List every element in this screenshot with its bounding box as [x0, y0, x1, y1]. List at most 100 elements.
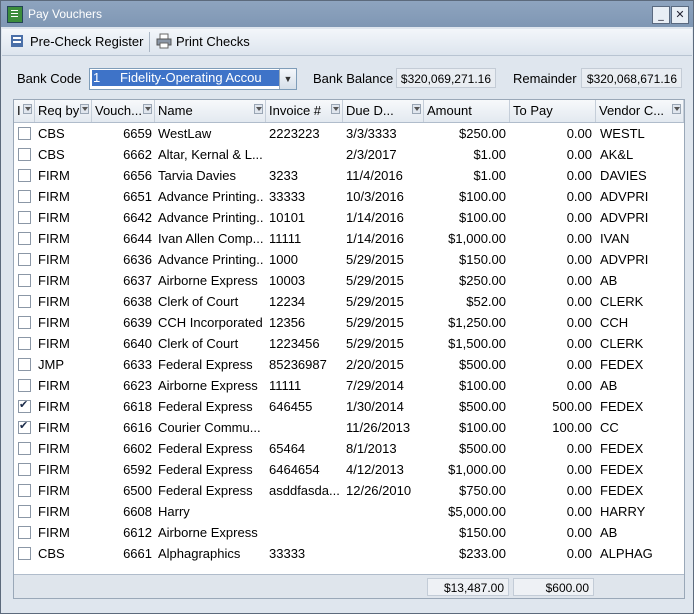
- filter-icon[interactable]: [331, 104, 340, 114]
- cell-due: 3/3/3333: [346, 126, 397, 141]
- table-row[interactable]: FIRM 6618 Federal Express 646455 1/30/2014 $5…: [14, 396, 684, 417]
- row-checkbox[interactable]: [18, 379, 31, 392]
- table-row[interactable]: FIRM 6602 Federal Express 65464 8/1/2013 $500…: [14, 438, 684, 459]
- cell-name: Altar, Kernal & L...: [158, 147, 263, 162]
- cell-req-by: FIRM: [38, 168, 70, 183]
- cell-name: Federal Express: [158, 462, 253, 477]
- cell-due: 5/29/2015: [346, 294, 404, 309]
- minimize-button[interactable]: _: [652, 6, 670, 24]
- table-row[interactable]: FIRM 6500 Federal Express asddfasda... 12/26…: [14, 480, 684, 501]
- filter-icon[interactable]: [412, 104, 421, 114]
- table-row[interactable]: FIRM 6638 Clerk of Court 12234 5/29/2015 $52.…: [14, 291, 684, 312]
- cell-due: 1/30/2014: [346, 399, 404, 414]
- cell-vendor: ADVPRI: [600, 252, 649, 267]
- row-checkbox[interactable]: [18, 127, 31, 140]
- cell-vendor: AK&L: [600, 147, 634, 162]
- table-row[interactable]: FIRM 6651 Advance Printing... 33333 10/3/201…: [14, 186, 684, 207]
- row-checkbox[interactable]: [18, 169, 31, 182]
- table-row[interactable]: CBS 6662 Altar, Kernal & L... 2/3/2017 $1.00…: [14, 144, 684, 165]
- row-checkbox[interactable]: [18, 148, 31, 161]
- cell-due: 2/20/2015: [346, 357, 404, 372]
- cell-vendor: AB: [600, 273, 618, 288]
- title-bar: Pay Vouchers _ ✕: [1, 1, 693, 27]
- filter-icon[interactable]: [672, 104, 681, 114]
- row-checkbox[interactable]: [18, 190, 31, 203]
- table-row[interactable]: FIRM 6639 CCH Incorporated 12356 5/29/2015 $1…: [14, 312, 684, 333]
- close-button[interactable]: ✕: [671, 6, 689, 24]
- row-checkbox[interactable]: [18, 316, 31, 329]
- row-checkbox[interactable]: [18, 295, 31, 308]
- cell-name: Federal Express: [158, 483, 253, 498]
- pre-check-register-label: Pre-Check Register: [30, 34, 144, 49]
- table-row[interactable]: JMP 6633 Federal Express 85236987 2/20/2015 $…: [14, 354, 684, 375]
- row-checkbox[interactable]: [18, 442, 31, 455]
- cell-amount: $500.00: [459, 357, 506, 372]
- column-header-due-date[interactable]: Due D...: [343, 100, 424, 122]
- bank-code-select[interactable]: 1 Fidelity-Operating Accou ▼: [89, 68, 297, 90]
- table-row[interactable]: CBS 6661 Alphagraphics 33333 $233.00 0.00 ALPH…: [14, 543, 684, 564]
- grid-totals-row: $13,487.00 $600.00: [14, 574, 684, 598]
- table-row[interactable]: FIRM 6637 Airborne Express 10003 5/29/2015 $2…: [14, 270, 684, 291]
- cell-vendor: FEDEX: [600, 483, 644, 498]
- row-checkbox[interactable]: [18, 211, 31, 224]
- table-row[interactable]: FIRM 6608 Harry $5,000.00 0.00 HARRY: [14, 501, 684, 522]
- row-checkbox[interactable]: [18, 419, 31, 434]
- column-header-amount[interactable]: Amount: [424, 100, 510, 122]
- table-row[interactable]: FIRM 6592 Federal Express 6464654 4/12/2013 $…: [14, 459, 684, 480]
- table-row[interactable]: FIRM 6636 Advance Printing... 1000 5/29/2015…: [14, 249, 684, 270]
- table-row[interactable]: FIRM 6640 Clerk of Court 1223456 5/29/2015 $1…: [14, 333, 684, 354]
- column-header-req-by[interactable]: Req by: [35, 100, 92, 122]
- cell-voucher: 6642: [123, 210, 152, 225]
- chevron-down-icon[interactable]: ▼: [279, 69, 296, 89]
- cell-invoice: 10101: [269, 210, 306, 225]
- row-checkbox[interactable]: [18, 253, 31, 266]
- printer-icon: [156, 33, 172, 49]
- cell-voucher: 6659: [123, 126, 152, 141]
- cell-due: 1/14/2016: [346, 231, 404, 246]
- cell-to-pay: 0.00: [566, 294, 592, 309]
- row-checkbox[interactable]: [18, 505, 31, 518]
- table-row[interactable]: FIRM 6623 Airborne Express 11111 7/29/2014 $1…: [14, 375, 684, 396]
- cell-vendor: ADVPRI: [600, 210, 649, 225]
- cell-to-pay: 0.00: [566, 378, 592, 393]
- filter-icon[interactable]: [80, 104, 89, 114]
- bank-name-value: Fidelity-Operating Accou: [110, 70, 288, 86]
- row-checkbox[interactable]: [18, 358, 31, 371]
- cell-invoice: 65464: [269, 441, 306, 456]
- filter-icon[interactable]: [23, 104, 32, 114]
- column-header-name[interactable]: Name: [155, 100, 266, 122]
- row-checkbox[interactable]: [18, 398, 31, 413]
- column-header-voucher[interactable]: Vouch...: [92, 100, 155, 122]
- table-row[interactable]: FIRM 6616 Courier Commu... 11/26/2013 $100.0…: [14, 417, 684, 438]
- row-checkbox[interactable]: [18, 337, 31, 350]
- row-checkbox[interactable]: [18, 484, 31, 497]
- column-header-to-pay[interactable]: To Pay: [510, 100, 596, 122]
- table-row[interactable]: FIRM 6644 Ivan Allen Comp... 11111 1/14/2016…: [14, 228, 684, 249]
- column-header-invoice[interactable]: Invoice #: [266, 100, 343, 122]
- cell-vendor: AB: [600, 378, 618, 393]
- cell-voucher: 6633: [123, 357, 152, 372]
- table-row[interactable]: FIRM 6642 Advance Printing... 10101 1/14/201…: [14, 207, 684, 228]
- cell-req-by: FIRM: [38, 441, 70, 456]
- cell-amount: $100.00: [459, 189, 506, 204]
- row-checkbox[interactable]: [18, 274, 31, 287]
- filter-icon[interactable]: [143, 104, 152, 114]
- cell-req-by: CBS: [38, 147, 65, 162]
- row-checkbox[interactable]: [18, 526, 31, 539]
- cell-vendor: FEDEX: [600, 441, 644, 456]
- cell-invoice: 10003: [269, 273, 306, 288]
- filter-icon[interactable]: [254, 104, 263, 114]
- pre-check-register-button[interactable]: Pre-Check Register: [10, 32, 143, 52]
- table-row[interactable]: FIRM 6612 Airborne Express $150.00 0.00 AB: [14, 522, 684, 543]
- row-checkbox[interactable]: [18, 463, 31, 476]
- row-checkbox[interactable]: [18, 547, 31, 560]
- row-checkbox[interactable]: [18, 232, 31, 245]
- column-header-include[interactable]: I: [14, 100, 35, 122]
- print-checks-button[interactable]: Print Checks: [156, 32, 250, 52]
- column-header-vendor-code[interactable]: Vendor C...: [596, 100, 684, 122]
- cell-amount: $1,250.00: [448, 315, 506, 330]
- cell-req-by: FIRM: [38, 252, 70, 267]
- table-row[interactable]: CBS 6659 WestLaw 2223223 3/3/3333 $250.00 0.00…: [14, 123, 684, 144]
- cell-invoice: 33333: [269, 189, 306, 204]
- table-row[interactable]: FIRM 6656 Tarvia Davies 3233 11/4/2016 $1.00 0…: [14, 165, 684, 186]
